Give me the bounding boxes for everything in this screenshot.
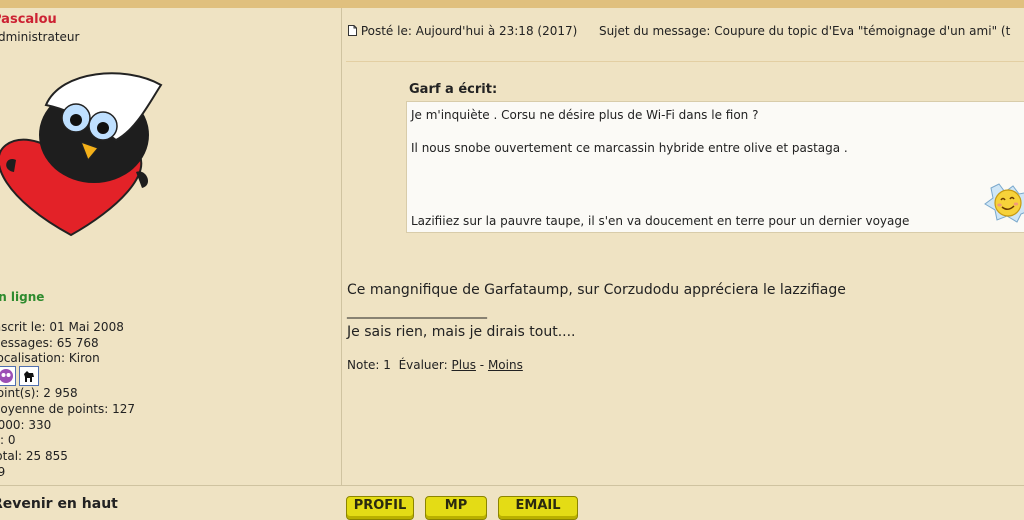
stat-plus: +: 0	[0, 433, 16, 448]
quote-line: Il nous snobe ouvertement ce marcassin h…	[411, 141, 848, 155]
calimero-heart-icon	[0, 72, 163, 237]
signature-text: Je sais rien, mais je dirais tout....	[347, 324, 576, 340]
average-points: Moyenne de points: 127	[0, 401, 136, 416]
rate-separator: -	[479, 358, 485, 372]
stat-2000: 2000: 330	[0, 417, 52, 432]
join-date: Inscrit le: 01 Mai 2008	[0, 320, 124, 334]
post-footer: Revenir en haut PROFIL MP EMAIL	[0, 485, 1024, 520]
rating-row: Note: 1 Évaluer: Plus - Moins	[347, 358, 523, 372]
post-content-panel: Posté le: Aujourd'hui à 23:18 (2017) Suj…	[342, 8, 1024, 485]
message-count: Messages: 65 768	[0, 335, 99, 350]
rate-plus-link[interactable]: Plus	[452, 358, 476, 372]
posted-label: Posté le:	[360, 24, 412, 38]
quote-line: Lazifiiez sur la pauvre taupe, il s'en v…	[411, 214, 910, 228]
post-header: Posté le: Aujourd'hui à 23:18 (2017) Suj…	[348, 24, 1010, 38]
author-username[interactable]: Pascalou	[0, 12, 57, 27]
online-status: En ligne	[0, 290, 45, 304]
quote-author: Garf a écrit:	[409, 82, 498, 97]
author-role: Administrateur	[0, 30, 80, 44]
profile-button[interactable]: PROFIL	[346, 496, 414, 520]
posted-date: Aujourd'hui à 23:18 (2017)	[415, 24, 578, 38]
quote-box: Je m'inquiète . Corsu ne désire plus de …	[406, 101, 1024, 233]
stat-total: Total: 25 855	[0, 448, 68, 463]
quote-line: Je m'inquiète . Corsu ne désire plus de …	[411, 108, 759, 122]
private-message-button[interactable]: MP	[425, 496, 487, 520]
header-separator	[346, 61, 1024, 62]
note-value: 1	[383, 358, 391, 372]
badge-list	[0, 366, 39, 386]
purple-mask-icon[interactable]	[0, 366, 16, 386]
evaluate-label: Évaluer:	[398, 358, 448, 372]
author-stats: Inscrit le: 01 Mai 2008 Messages: 65 768…	[0, 320, 135, 480]
rate-minus-link[interactable]: Moins	[488, 358, 523, 372]
post-icon[interactable]	[348, 24, 361, 38]
black-dog-icon[interactable]	[19, 366, 39, 386]
author-profile-panel: Pascalou Administrateur En ligne Inscrit…	[0, 8, 341, 485]
back-to-top-link[interactable]: Revenir en haut	[0, 496, 118, 512]
note-label: Note:	[347, 358, 380, 372]
stat-extra: 49	[0, 464, 6, 479]
points: Point(s): 2 958	[0, 386, 78, 401]
top-border	[0, 0, 1024, 8]
location: Localisation: Kiron	[0, 351, 100, 366]
signature-separator: ____________________	[347, 303, 487, 319]
post-body: Ce mangnifique de Garfataump, sur Corzud…	[347, 280, 846, 343]
email-button[interactable]: EMAIL	[498, 496, 578, 520]
sun-smiley-icon	[984, 183, 1024, 223]
subject-label: Sujet du message:	[598, 24, 711, 38]
subject-text: Coupure du topic d'Eva "témoignage d'un …	[714, 24, 1011, 38]
body-line: Ce mangnifique de Garfataump, sur Corzud…	[347, 282, 846, 298]
